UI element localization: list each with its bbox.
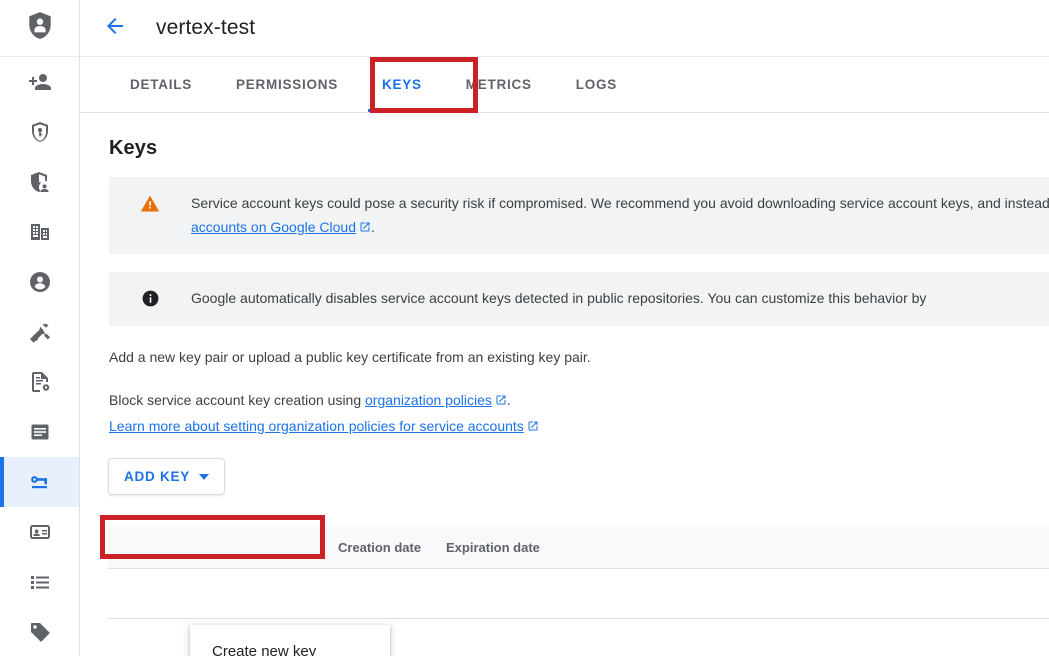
wrench-icon: [28, 320, 52, 344]
sidebar-item-settings[interactable]: [0, 407, 79, 457]
column-header-expiration-date: Expiration date: [446, 540, 1049, 555]
service-account-keys-page: vertex-test DETAILS PERMISSIONS KEYS MET…: [0, 0, 1049, 656]
tab-logs[interactable]: LOGS: [554, 57, 639, 112]
keys-content-area: Keys Service account keys could pose a s…: [80, 113, 1049, 656]
id-card-icon: [28, 520, 52, 544]
security-warning-banner: Service account keys could pose a securi…: [109, 177, 1049, 254]
list-icon: [28, 570, 52, 594]
external-link-icon: [495, 390, 507, 412]
tag-icon: [28, 620, 52, 644]
warning-text-part1: Service account keys could pose a securi…: [191, 195, 1049, 211]
chevron-down-icon: [199, 474, 209, 480]
security-warning-text: Service account keys could pose a securi…: [191, 191, 1049, 240]
sidebar-item-keys[interactable]: [0, 457, 79, 507]
block-line-prefix: Block service account key creation using: [109, 392, 365, 408]
add-key-button-wrap: ADD KEY: [108, 458, 225, 495]
tab-bar: DETAILS PERMISSIONS KEYS METRICS LOGS: [80, 57, 1049, 113]
account-circle-icon: [28, 270, 52, 294]
info-circle-icon: [109, 286, 191, 308]
tab-metrics[interactable]: METRICS: [444, 57, 554, 112]
keys-table-empty-row: [108, 569, 1049, 619]
sidebar-item-policy-troubleshooter[interactable]: [0, 107, 79, 157]
add-key-description: Add a new key pair or upload a public ke…: [109, 346, 1049, 368]
sidebar-item-tags[interactable]: [0, 607, 79, 656]
organization-policies-link[interactable]: organization policies: [365, 392, 492, 408]
shield-key-icon: [28, 120, 52, 144]
sidebar-item-organization[interactable]: [0, 207, 79, 257]
iam-logo: [0, 0, 79, 57]
page-header: vertex-test: [80, 0, 1049, 57]
tab-permissions[interactable]: PERMISSIONS: [214, 57, 360, 112]
key-icon: [28, 470, 52, 494]
keys-heading: Keys: [109, 137, 1049, 160]
organization-icon: [28, 220, 52, 244]
warning-text-part2: .: [371, 219, 375, 235]
add-key-dropdown-menu: Create new key Upload existing key: [190, 625, 390, 656]
sidebar-item-workload-identity[interactable]: [0, 307, 79, 357]
add-key-label: ADD KEY: [124, 469, 190, 484]
arrow-back-icon: [103, 14, 127, 43]
keys-table-header-row: Creation date Expiration date: [108, 527, 1049, 569]
block-key-creation-line: Block service account key creation using…: [109, 389, 1049, 412]
sidebar-item-service-accounts[interactable]: [0, 257, 79, 307]
sidebar-item-add-member[interactable]: [0, 57, 79, 107]
block-line-suffix: .: [507, 392, 511, 408]
public-repo-info-banner: Google automatically disables service ac…: [109, 272, 1049, 326]
learn-more-link[interactable]: Learn more about setting organization po…: [109, 418, 524, 434]
public-repo-info-text: Google automatically disables service ac…: [191, 286, 946, 310]
notes-icon: [28, 420, 52, 444]
menu-item-create-new-key[interactable]: Create new key: [190, 633, 390, 656]
document-gear-icon: [28, 370, 52, 394]
sidebar-item-roles[interactable]: [0, 557, 79, 607]
shield-person-icon: [27, 11, 53, 46]
sidebar-item-identity[interactable]: [0, 507, 79, 557]
tab-keys[interactable]: KEYS: [360, 57, 444, 112]
sidebar-item-policy-analyzer[interactable]: [0, 157, 79, 207]
external-link-icon: [359, 216, 371, 240]
back-button[interactable]: [95, 8, 135, 48]
keys-table: Creation date Expiration date: [108, 527, 1049, 619]
sidebar-item-labels[interactable]: [0, 357, 79, 407]
external-link-icon: [527, 416, 539, 438]
tab-details[interactable]: DETAILS: [108, 57, 214, 112]
shield-person-icon: [28, 170, 52, 194]
page-title: vertex-test: [156, 16, 255, 40]
person-add-icon: [28, 70, 52, 94]
column-header-creation-date: Creation date: [338, 540, 446, 555]
warning-triangle-icon: [109, 191, 191, 214]
left-icon-rail: [0, 0, 80, 656]
learn-more-line: Learn more about setting organization po…: [109, 415, 1049, 438]
add-key-button[interactable]: ADD KEY: [108, 458, 225, 495]
